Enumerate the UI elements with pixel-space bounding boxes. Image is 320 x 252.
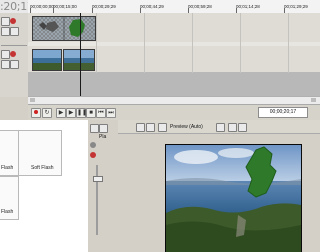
transition-label: Flash (1, 209, 14, 215)
loop-icon[interactable]: ↻ (42, 108, 52, 118)
panel-icon[interactable] (99, 124, 108, 133)
preview-settings-icon[interactable] (136, 123, 145, 132)
track-motion-icon[interactable] (1, 27, 10, 36)
timeline-scrollbar[interactable] (28, 96, 320, 104)
preview-toolbar: Preview (Auto) (118, 120, 320, 134)
transition-tile[interactable]: Flash (0, 130, 19, 176)
ruler-label: 00;00;44;29 (140, 4, 164, 9)
scroll-right-button[interactable] (311, 98, 316, 102)
clip-thumbnail (33, 50, 61, 70)
ruler-label: 00;01;29;29 (284, 4, 308, 9)
transition-label: Soft Flash (31, 165, 54, 171)
ruler-label: 00;00;29;29 (92, 4, 116, 9)
track-divider (1, 45, 27, 46)
ruler-label: 00;00;15;00 (53, 4, 77, 9)
preview-video-image (166, 145, 301, 252)
grid-line (288, 13, 289, 73)
clip-thumbnail (64, 50, 94, 70)
preview-quality-dropdown[interactable]: Preview (Auto) (170, 124, 203, 130)
transport-timecode: 00;00;20;17 (258, 107, 308, 118)
overlays-icon[interactable] (216, 123, 225, 132)
video-clip-overlay[interactable] (32, 16, 96, 41)
track2-solo-icon[interactable] (10, 60, 19, 69)
save-snapshot-icon[interactable] (238, 123, 247, 132)
panel-icon[interactable] (90, 124, 99, 133)
prev-frame-icon[interactable]: ⏮ (96, 108, 106, 118)
grid-line (240, 13, 241, 73)
transition-tile[interactable]: Soft Flash (18, 130, 62, 176)
video-clip-lake-2[interactable] (63, 49, 95, 71)
external-monitor-icon[interactable] (146, 123, 155, 132)
preview-landscape (166, 145, 301, 252)
mute-icon[interactable] (90, 152, 96, 158)
ruler-label: 00;00;59;28 (188, 4, 212, 9)
record-button[interactable] (31, 108, 41, 118)
stop-icon[interactable]: ■ (86, 108, 96, 118)
track2-motion-icon[interactable] (1, 60, 10, 69)
scroll-left-button[interactable] (30, 98, 35, 102)
mute-icon[interactable] (10, 51, 16, 57)
split-screen-icon[interactable] (158, 123, 167, 132)
track-fx-icon[interactable] (1, 17, 10, 26)
knob-icon[interactable] (90, 142, 96, 148)
grid-line (96, 13, 97, 73)
track-solo-icon[interactable] (10, 27, 19, 36)
ruler-label: 00;00;00;00 (30, 4, 54, 9)
mute-icon[interactable] (10, 18, 16, 24)
video-bus-panel: Pla (88, 120, 119, 252)
track2-fx-icon[interactable] (1, 50, 10, 59)
play-from-start-icon[interactable]: ▶ (56, 108, 66, 118)
transition-tile[interactable]: Flash (0, 176, 19, 220)
track-label: Pla (99, 134, 107, 140)
playhead-cursor[interactable] (80, 13, 81, 106)
fader-handle[interactable] (93, 176, 103, 182)
track-headers (0, 13, 29, 97)
next-frame-icon[interactable]: ⏭ (106, 108, 116, 118)
play-icon[interactable]: ▶ (66, 108, 76, 118)
transitions-panel: Flash Soft Flash Flash (0, 120, 89, 252)
empty-track-area[interactable] (28, 72, 320, 96)
grid-line (144, 13, 145, 73)
pause-icon[interactable]: ❚❚ (76, 108, 87, 118)
ruler-label: 00;01;14;28 (236, 4, 260, 9)
copy-snapshot-icon[interactable] (228, 123, 237, 132)
clip-thumbnail (33, 17, 95, 40)
transition-label: Flash (1, 165, 14, 171)
video-clip-lake-1[interactable] (32, 49, 62, 71)
grid-line (192, 13, 193, 73)
